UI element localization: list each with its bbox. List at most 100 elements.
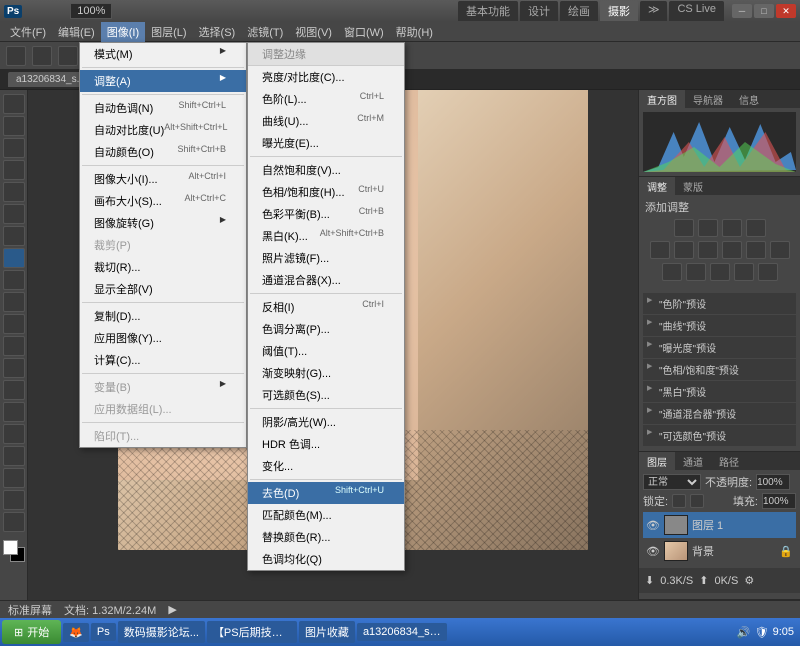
gear-icon[interactable]: ⚙	[744, 574, 754, 587]
adj-threshold-icon[interactable]	[710, 263, 730, 281]
menu-item[interactable]: 裁剪(P)	[80, 234, 246, 256]
tab-adjustments[interactable]: 调整	[639, 177, 675, 195]
adj-mixer-icon[interactable]	[770, 241, 790, 259]
gradient-tool[interactable]	[3, 336, 25, 356]
system-tray[interactable]: 🔊 🛡 9:05	[737, 626, 798, 639]
tab-masks[interactable]: 蒙版	[675, 177, 711, 195]
adj-bw-icon[interactable]	[722, 241, 742, 259]
fg-color[interactable]	[3, 540, 18, 555]
opt-icon[interactable]	[58, 46, 78, 66]
path-tool[interactable]	[3, 446, 25, 466]
adj-levels-icon[interactable]	[698, 219, 718, 237]
preset-item[interactable]: "黑白"预设	[643, 381, 796, 402]
menu-item[interactable]: 黑白(K)...Alt+Shift+Ctrl+B	[248, 225, 404, 247]
menu-filter[interactable]: 滤镜(T)	[241, 22, 289, 42]
blend-mode-select[interactable]: 正常	[643, 474, 701, 490]
menu-item[interactable]: 自动色调(N)Shift+Ctrl+L	[80, 97, 246, 119]
adj-exposure-icon[interactable]	[746, 219, 766, 237]
menu-item[interactable]: 裁切(R)...	[80, 256, 246, 278]
menu-item[interactable]: 图像旋转(G)	[80, 212, 246, 234]
preset-item[interactable]: "可选颜色"预设	[643, 425, 796, 446]
marquee-tool[interactable]	[3, 116, 25, 136]
adj-hue-icon[interactable]	[674, 241, 694, 259]
menu-file[interactable]: 文件(F)	[4, 22, 52, 42]
minimize-button[interactable]: ─	[732, 4, 752, 18]
ws-tab-painting[interactable]: 绘画	[560, 1, 598, 21]
taskbar-item[interactable]: a13206834_s.j...	[357, 623, 447, 641]
ws-more[interactable]: ≫	[640, 1, 668, 21]
menu-item[interactable]: 亮度/对比度(C)...	[248, 66, 404, 88]
menu-item[interactable]: 图像大小(I)...Alt+Ctrl+I	[80, 168, 246, 190]
menu-help[interactable]: 帮助(H)	[390, 22, 439, 42]
taskbar-item[interactable]: 🦊	[63, 623, 89, 642]
lock-position-icon[interactable]	[690, 494, 704, 508]
type-tool[interactable]	[3, 424, 25, 444]
lock-pixels-icon[interactable]	[672, 494, 686, 508]
menu-item[interactable]: 色调均化(Q)	[248, 548, 404, 570]
menu-item[interactable]: 自动颜色(O)Shift+Ctrl+B	[80, 141, 246, 163]
preset-item[interactable]: "通道混合器"预设	[643, 403, 796, 424]
menu-item[interactable]: HDR 色调...	[248, 433, 404, 455]
menu-item[interactable]: 照片滤镜(F)...	[248, 247, 404, 269]
layer-thumb[interactable]	[664, 515, 688, 535]
adj-vibrance-icon[interactable]	[650, 241, 670, 259]
menu-item[interactable]: 色相/饱和度(H)...Ctrl+U	[248, 181, 404, 203]
cslive-button[interactable]: CS Live	[669, 1, 724, 21]
menu-item[interactable]: 渐变映射(G)...	[248, 362, 404, 384]
adj-filter-icon[interactable]	[746, 241, 766, 259]
menu-item[interactable]: 自然饱和度(V)...	[248, 159, 404, 181]
menu-item[interactable]: 可选颜色(S)...	[248, 384, 404, 406]
ws-tab-photography[interactable]: 摄影	[600, 1, 638, 21]
fill-input[interactable]	[762, 493, 796, 509]
menu-item[interactable]: 阴影/高光(W)...	[248, 411, 404, 433]
close-button[interactable]: ✕	[776, 4, 796, 18]
screen-mode[interactable]: 标准屏幕	[8, 602, 52, 618]
opt-icon[interactable]	[32, 46, 52, 66]
tab-histogram[interactable]: 直方图	[639, 90, 685, 108]
preset-item[interactable]: "曲线"预设	[643, 315, 796, 336]
taskbar-item[interactable]: Ps	[91, 623, 116, 641]
menu-item[interactable]: 模式(M)	[80, 43, 246, 65]
eyedropper-tool[interactable]	[3, 204, 25, 224]
menu-item[interactable]: 曲线(U)...Ctrl+M	[248, 110, 404, 132]
preset-item[interactable]: "色相/饱和度"预设	[643, 359, 796, 380]
menu-item[interactable]: 计算(C)...	[80, 349, 246, 371]
adj-gradient-icon[interactable]	[734, 263, 754, 281]
adj-posterize-icon[interactable]	[686, 263, 706, 281]
menu-item[interactable]: 自动对比度(U)Alt+Shift+Ctrl+L	[80, 119, 246, 141]
menu-item[interactable]: 去色(D)Shift+Ctrl+U	[248, 482, 404, 504]
menu-item[interactable]: 应用数据组(L)...	[80, 398, 246, 420]
move-tool[interactable]	[3, 94, 25, 114]
adj-balance-icon[interactable]	[698, 241, 718, 259]
menu-item[interactable]: 变化...	[248, 455, 404, 477]
history-brush-tool[interactable]	[3, 292, 25, 312]
menu-item[interactable]: 反相(I)Ctrl+I	[248, 296, 404, 318]
adj-invert-icon[interactable]	[662, 263, 682, 281]
menu-item[interactable]: 曝光度(E)...	[248, 132, 404, 154]
menu-view[interactable]: 视图(V)	[289, 22, 338, 42]
doc-size[interactable]: 文档: 1.32M/2.24M	[64, 602, 156, 618]
eraser-tool[interactable]	[3, 314, 25, 334]
dodge-tool[interactable]	[3, 380, 25, 400]
lasso-tool[interactable]	[3, 138, 25, 158]
layer-row[interactable]: 👁 背景 🔒	[643, 538, 796, 564]
tab-layers[interactable]: 图层	[639, 452, 675, 470]
menu-image[interactable]: 图像(I)	[101, 22, 145, 42]
menu-item[interactable]: 陷印(T)...	[80, 425, 246, 447]
tab-channels[interactable]: 通道	[675, 452, 711, 470]
ws-tab-essentials[interactable]: 基本功能	[458, 1, 518, 21]
menu-edit[interactable]: 编辑(E)	[52, 22, 101, 42]
maximize-button[interactable]: □	[754, 4, 774, 18]
heal-tool[interactable]	[3, 226, 25, 246]
preset-item[interactable]: "色阶"预设	[643, 293, 796, 314]
visibility-icon[interactable]: 👁	[646, 545, 660, 558]
menu-item[interactable]: 调整(A)	[80, 70, 246, 92]
wand-tool[interactable]	[3, 160, 25, 180]
menu-item[interactable]: 替换颜色(R)...	[248, 526, 404, 548]
layer-row[interactable]: 👁 图层 1	[643, 512, 796, 538]
blur-tool[interactable]	[3, 358, 25, 378]
menu-item[interactable]: 复制(D)...	[80, 305, 246, 327]
ws-tab-design[interactable]: 设计	[520, 1, 558, 21]
brush-tool[interactable]	[3, 248, 25, 268]
menu-item[interactable]: 阈值(T)...	[248, 340, 404, 362]
